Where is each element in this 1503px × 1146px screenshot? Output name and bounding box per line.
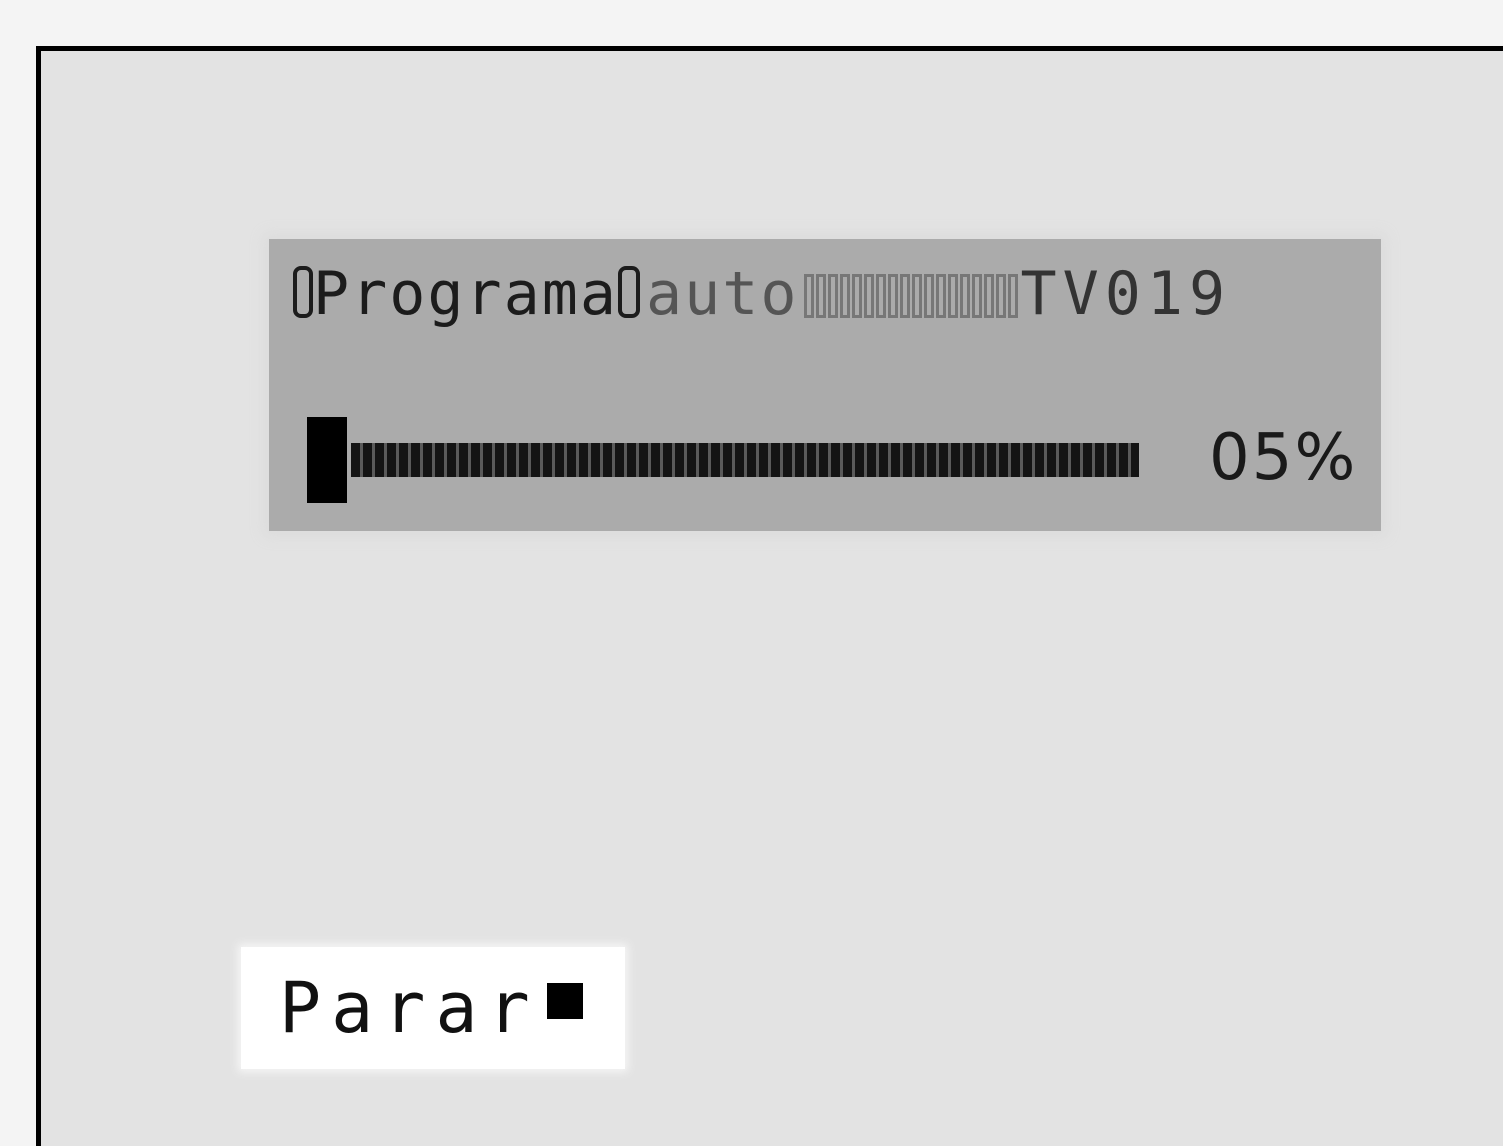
status-line: Programa auto TV019 [293,259,1231,329]
program-label: Programa [313,259,618,329]
progress-percent: 05% [1209,421,1358,495]
progress-cursor [307,417,347,503]
stop-icon [547,983,583,1019]
prefix-box-icon [293,266,313,318]
progress-track [351,443,1139,477]
osd-screen: Programa auto TV019 05% Parar [36,46,1503,1146]
stop-button-label: Parar [279,967,540,1049]
filler-boxes [804,263,1020,333]
program-mode: auto [645,259,799,329]
auto-program-panel: Programa auto TV019 05% [269,239,1381,531]
channel-number: TV019 [1020,259,1232,329]
search-progress-bar [307,417,1139,503]
separator-box-icon [617,266,640,318]
stop-button[interactable]: Parar [241,947,625,1069]
